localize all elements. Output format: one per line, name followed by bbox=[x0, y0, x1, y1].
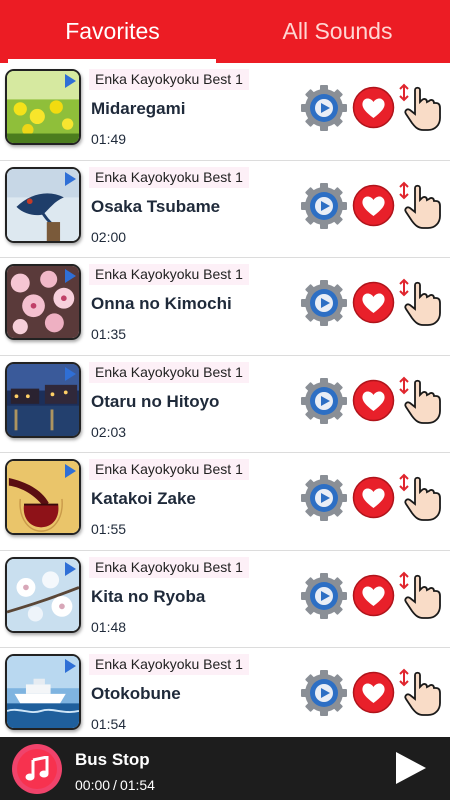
song-row[interactable]: Enka Kayokyoku Best 1 Katakoi Zake 01:55 bbox=[0, 453, 450, 551]
heart-icon[interactable] bbox=[352, 574, 395, 617]
play-icon[interactable] bbox=[396, 752, 426, 784]
song-duration: 02:03 bbox=[91, 423, 127, 440]
elapsed-time: 00:00 bbox=[75, 777, 111, 793]
drag-hand-icon[interactable] bbox=[398, 180, 446, 232]
drag-hand-icon[interactable] bbox=[398, 667, 446, 719]
boat-sea-image[interactable] bbox=[5, 654, 81, 730]
song-row[interactable]: Enka Kayokyoku Best 1 Kita no Ryoba 01:4… bbox=[0, 551, 450, 648]
pink-blossom-image[interactable] bbox=[5, 264, 81, 340]
gear-play-icon[interactable] bbox=[300, 84, 348, 132]
time-separator: / bbox=[113, 777, 117, 793]
song-title: Osaka Tsubame bbox=[91, 196, 221, 216]
red-wine-image[interactable] bbox=[5, 459, 81, 535]
song-row[interactable]: Enka Kayokyoku Best 1 Onna no Kimochi 01… bbox=[0, 258, 450, 356]
heart-icon[interactable] bbox=[352, 476, 395, 519]
music-note-icon[interactable] bbox=[12, 744, 62, 794]
song-duration: 01:54 bbox=[91, 716, 127, 732]
album-label: Enka Kayokyoku Best 1 bbox=[89, 556, 249, 578]
song-row[interactable]: Enka Kayokyoku Best 1 Otokobune 01:54 bbox=[0, 648, 450, 737]
album-label: Enka Kayokyoku Best 1 bbox=[89, 654, 249, 675]
play-badge-icon bbox=[65, 561, 76, 576]
drag-hand-icon[interactable] bbox=[398, 82, 446, 134]
tab-bar: Favorites All Sounds bbox=[0, 0, 450, 63]
play-badge-icon bbox=[65, 366, 76, 381]
song-duration: 01:49 bbox=[91, 131, 127, 147]
album-label: Enka Kayokyoku Best 1 bbox=[89, 69, 249, 90]
drag-hand-icon[interactable] bbox=[398, 375, 446, 427]
total-time: 01:54 bbox=[119, 777, 155, 793]
song-title: Otokobune bbox=[91, 684, 181, 703]
gear-play-icon[interactable] bbox=[300, 182, 348, 230]
song-title: Midaregami bbox=[91, 99, 186, 118]
song-list[interactable]: Enka Kayokyoku Best 1 Midaregami 01:49 E… bbox=[0, 63, 450, 737]
now-playing-time: 00:00/01:54 bbox=[75, 777, 155, 793]
song-row[interactable]: Enka Kayokyoku Best 1 Otaru no Hitoyo 02… bbox=[0, 356, 450, 453]
song-title: Katakoi Zake bbox=[91, 489, 196, 508]
song-row[interactable]: Enka Kayokyoku Best 1 Osaka Tsubame 02:0… bbox=[0, 161, 450, 258]
white-blossom-image[interactable] bbox=[5, 556, 81, 633]
swallow-bird-image[interactable] bbox=[5, 166, 81, 243]
gear-play-icon[interactable] bbox=[300, 279, 348, 327]
gear-play-icon[interactable] bbox=[300, 377, 348, 425]
heart-icon[interactable] bbox=[352, 281, 395, 324]
album-label: Enka Kayokyoku Best 1 bbox=[89, 459, 249, 480]
now-playing-title: Bus Stop bbox=[75, 750, 150, 769]
play-badge-icon bbox=[65, 464, 76, 478]
album-label: Enka Kayokyoku Best 1 bbox=[89, 264, 249, 285]
song-duration: 01:48 bbox=[91, 618, 127, 635]
drag-hand-icon[interactable] bbox=[398, 472, 446, 524]
song-row[interactable]: Enka Kayokyoku Best 1 Midaregami 01:49 bbox=[0, 63, 450, 161]
song-title: Onna no Kimochi bbox=[91, 294, 232, 313]
heart-icon[interactable] bbox=[352, 184, 395, 227]
gear-play-icon[interactable] bbox=[300, 474, 348, 522]
drag-hand-icon[interactable] bbox=[398, 277, 446, 329]
gear-play-icon[interactable] bbox=[300, 669, 348, 717]
gear-play-icon[interactable] bbox=[300, 572, 348, 620]
play-badge-icon bbox=[65, 269, 76, 283]
heart-icon[interactable] bbox=[352, 671, 395, 714]
yellow-flowers-image[interactable] bbox=[5, 69, 81, 145]
song-title: Kita no Ryoba bbox=[91, 586, 206, 606]
drag-hand-icon[interactable] bbox=[398, 570, 446, 622]
tab-all-sounds[interactable]: All Sounds bbox=[225, 0, 450, 63]
play-badge-icon bbox=[65, 171, 76, 186]
song-title: Otaru no Hitoyo bbox=[91, 391, 220, 411]
now-playing-bar: Bus Stop 00:00/01:54 bbox=[0, 737, 450, 800]
album-label: Enka Kayokyoku Best 1 bbox=[89, 166, 249, 188]
night-harbor-image[interactable] bbox=[5, 361, 81, 438]
play-badge-icon bbox=[65, 659, 76, 673]
tab-favorites[interactable]: Favorites bbox=[0, 0, 225, 63]
play-badge-icon bbox=[65, 74, 76, 88]
heart-icon[interactable] bbox=[352, 86, 395, 129]
song-duration: 02:00 bbox=[91, 228, 127, 245]
heart-icon[interactable] bbox=[352, 379, 395, 422]
album-label: Enka Kayokyoku Best 1 bbox=[89, 361, 249, 383]
song-duration: 01:35 bbox=[91, 326, 127, 342]
song-duration: 01:55 bbox=[91, 521, 127, 537]
